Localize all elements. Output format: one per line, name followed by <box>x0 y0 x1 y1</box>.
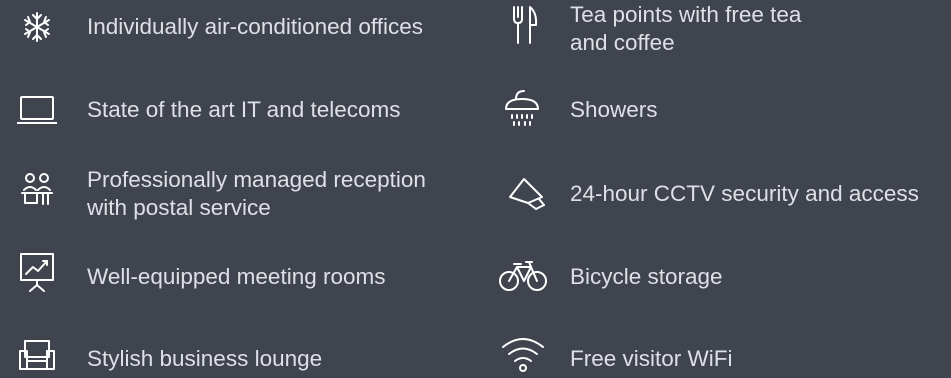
feature-label: Stylish business lounge <box>87 346 323 371</box>
feature-label: Bicycle storage <box>570 264 723 289</box>
feature-label: 24-hour CCTV security and access <box>570 181 919 206</box>
laptop-icon <box>17 89 57 129</box>
reception-icon <box>17 168 57 208</box>
feature-label: Well-equipped meeting rooms <box>87 264 386 289</box>
wifi-icon <box>500 333 546 373</box>
presentation-board-icon <box>17 252 57 292</box>
bicycle-icon <box>498 255 548 295</box>
snowflake-icon <box>17 7 57 47</box>
feature-label: Tea points with free tea and coffee <box>570 2 802 55</box>
sofa-icon <box>17 335 57 375</box>
feature-label: Individually air-conditioned offices <box>87 14 424 39</box>
cctv-camera-icon <box>506 173 546 213</box>
feature-label: Free visitor WiFi <box>570 346 733 371</box>
feature-label: Showers <box>570 97 658 122</box>
cutlery-icon <box>503 5 543 45</box>
shower-icon <box>502 87 542 127</box>
feature-label: State of the art IT and telecoms <box>87 97 401 122</box>
feature-label: Professionally managed reception with po… <box>87 167 426 220</box>
